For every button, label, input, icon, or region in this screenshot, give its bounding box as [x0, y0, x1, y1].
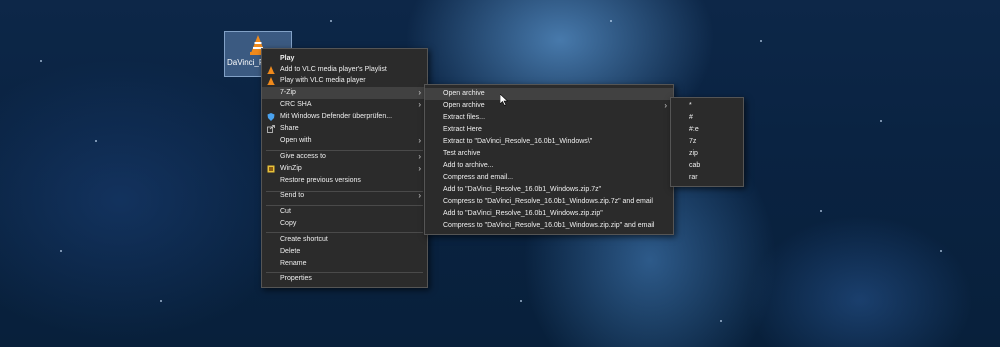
menu-item-label: CRC SHA: [280, 101, 312, 108]
menu-item-label: Add to "DaVinci_Resolve_16.0b1_Windows.z…: [443, 210, 603, 217]
menu-item-restore-previous-versions[interactable]: Restore previous versions: [262, 175, 427, 187]
menu-item-play-with-vlc[interactable]: Play with VLC media player: [262, 75, 427, 87]
winzip-icon: [267, 165, 275, 173]
menu-item-label: Compress to "DaVinci_Resolve_16.0b1_Wind…: [443, 198, 653, 205]
menu-item-compress-7z-email[interactable]: Compress to "DaVinci_Resolve_16.0b1_Wind…: [425, 196, 673, 208]
menu-item-delete[interactable]: Delete: [262, 246, 427, 258]
menu-item-open-with[interactable]: Open with ›: [262, 135, 427, 147]
menu-item-add-to-zip[interactable]: Add to "DaVinci_Resolve_16.0b1_Windows.z…: [425, 208, 673, 220]
menu-item-label: Share: [280, 125, 299, 132]
menu-item-label: rar: [689, 174, 698, 181]
format-item[interactable]: zip: [671, 148, 743, 160]
7zip-submenu: Open archive Open archive › Extract file…: [424, 84, 674, 235]
menu-item-label: Extract files...: [443, 114, 486, 121]
menu-item-label: Rename: [280, 260, 307, 267]
menu-item-label: Cut: [280, 208, 291, 215]
chevron-right-icon: ›: [418, 100, 421, 109]
menu-item-add-to-7z[interactable]: Add to "DaVinci_Resolve_16.0b1_Windows.z…: [425, 184, 673, 196]
menu-item-label: Extract Here: [443, 126, 482, 133]
menu-item-label: #: [689, 114, 693, 121]
menu-item-label: Add to "DaVinci_Resolve_16.0b1_Windows.z…: [443, 186, 602, 193]
menu-item-test-archive[interactable]: Test archive: [425, 148, 673, 160]
chevron-right-icon: ›: [664, 101, 667, 110]
menu-item-label: Compress to "DaVinci_Resolve_16.0b1_Wind…: [443, 222, 655, 229]
menu-item-extract-files[interactable]: Extract files...: [425, 112, 673, 124]
menu-item-add-to-archive[interactable]: Add to archive...: [425, 160, 673, 172]
menu-item-rename[interactable]: Rename: [262, 258, 427, 270]
menu-item-label: WinZip: [280, 165, 302, 172]
menu-item-properties[interactable]: Properties: [262, 273, 427, 285]
menu-item-compress-zip-email[interactable]: Compress to "DaVinci_Resolve_16.0b1_Wind…: [425, 220, 673, 232]
menu-item-label: Play with VLC media player: [280, 77, 366, 84]
menu-item-label: Mit Windows Defender überprüfen...: [280, 113, 393, 120]
menu-item-share[interactable]: Share: [262, 123, 427, 135]
vlc-cone-icon: [267, 66, 275, 74]
format-item[interactable]: 7z: [671, 136, 743, 148]
menu-item-windows-defender[interactable]: Mit Windows Defender überprüfen...: [262, 111, 427, 123]
chevron-right-icon: ›: [418, 88, 421, 97]
chevron-right-icon: ›: [418, 152, 421, 161]
menu-item-open-archive[interactable]: Open archive: [425, 88, 673, 100]
share-icon: [267, 125, 275, 133]
menu-item-label: *: [689, 102, 692, 109]
menu-item-crc-sha[interactable]: CRC SHA ›: [262, 99, 427, 111]
menu-item-label: #:e: [689, 126, 699, 133]
menu-item-create-shortcut[interactable]: Create shortcut: [262, 234, 427, 246]
menu-item-open-archive-submenu[interactable]: Open archive ›: [425, 100, 673, 112]
format-item[interactable]: cab: [671, 160, 743, 172]
menu-item-label: 7z: [689, 138, 697, 145]
chevron-right-icon: ›: [418, 164, 421, 173]
chevron-right-icon: ›: [418, 136, 421, 145]
menu-item-label: zip: [689, 150, 698, 157]
menu-item-label: Delete: [280, 248, 301, 255]
menu-item-label: Extract to "DaVinci_Resolve_16.0b1_Windo…: [443, 138, 593, 145]
menu-item-label: 7-Zip: [280, 89, 296, 96]
menu-item-label: Open archive: [443, 90, 485, 97]
menu-item-give-access-to[interactable]: Give access to ›: [262, 151, 427, 163]
chevron-right-icon: ›: [418, 191, 421, 200]
menu-item-label: Open with: [280, 137, 312, 144]
menu-item-label: Copy: [280, 220, 297, 227]
format-item[interactable]: *: [671, 100, 743, 112]
format-item[interactable]: #: [671, 112, 743, 124]
menu-item-label: Send to: [280, 192, 305, 199]
menu-item-label: Restore previous versions: [280, 177, 361, 184]
context-menu: Play Add to VLC media player's Playlist …: [261, 48, 428, 288]
format-item[interactable]: rar: [671, 172, 743, 184]
menu-item-compress-and-email[interactable]: Compress and email...: [425, 172, 673, 184]
menu-item-send-to[interactable]: Send to ›: [262, 190, 427, 202]
vlc-cone-icon: [267, 77, 275, 85]
menu-separator: [266, 232, 423, 233]
shield-icon: [267, 113, 275, 121]
menu-item-copy[interactable]: Copy: [262, 218, 427, 230]
menu-item-extract-to-folder[interactable]: Extract to "DaVinci_Resolve_16.0b1_Windo…: [425, 136, 673, 148]
menu-item-label: Add to archive...: [443, 162, 494, 169]
format-item[interactable]: #:e: [671, 124, 743, 136]
menu-item-label: Compress and email...: [443, 174, 514, 181]
menu-item-cut[interactable]: Cut: [262, 206, 427, 218]
menu-item-label: Open archive: [443, 102, 485, 109]
menu-item-label: cab: [689, 162, 701, 169]
mouse-cursor-icon: [500, 94, 508, 106]
menu-item-label: Test archive: [443, 150, 481, 157]
menu-item-label: Properties: [280, 275, 312, 282]
menu-item-7zip[interactable]: 7-Zip ›: [262, 87, 427, 99]
menu-item-label: Create shortcut: [280, 236, 328, 243]
menu-item-label: Give access to: [280, 153, 326, 160]
archive-format-submenu: * # #:e 7z zip cab rar: [670, 97, 744, 187]
menu-item-winzip[interactable]: WinZip ›: [262, 163, 427, 175]
menu-item-extract-here[interactable]: Extract Here: [425, 124, 673, 136]
